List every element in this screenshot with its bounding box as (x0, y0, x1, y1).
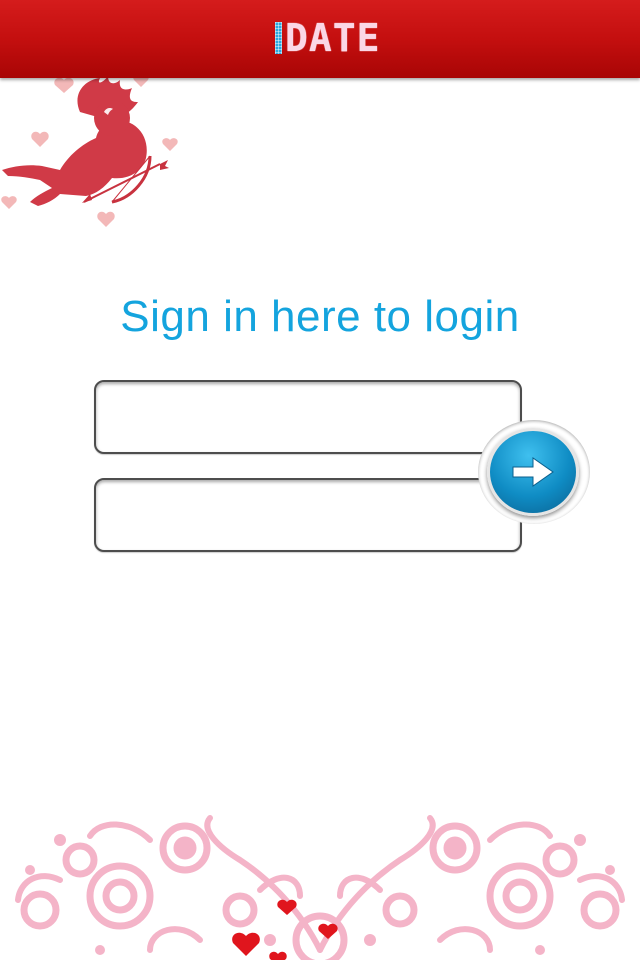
password-field[interactable] (94, 478, 522, 552)
login-title: Sign in here to login (120, 292, 520, 341)
logo-i-bar (275, 22, 282, 54)
app-logo: DATE (275, 18, 381, 58)
logo-text: DATE (285, 16, 381, 60)
cupid-icon (1, 74, 178, 227)
login-form (92, 378, 592, 560)
floral-heart-ornament (15, 815, 625, 960)
app-header: DATE (0, 0, 640, 78)
username-field[interactable] (94, 380, 522, 454)
arrow-right-icon (512, 457, 554, 487)
submit-button[interactable] (487, 428, 579, 516)
